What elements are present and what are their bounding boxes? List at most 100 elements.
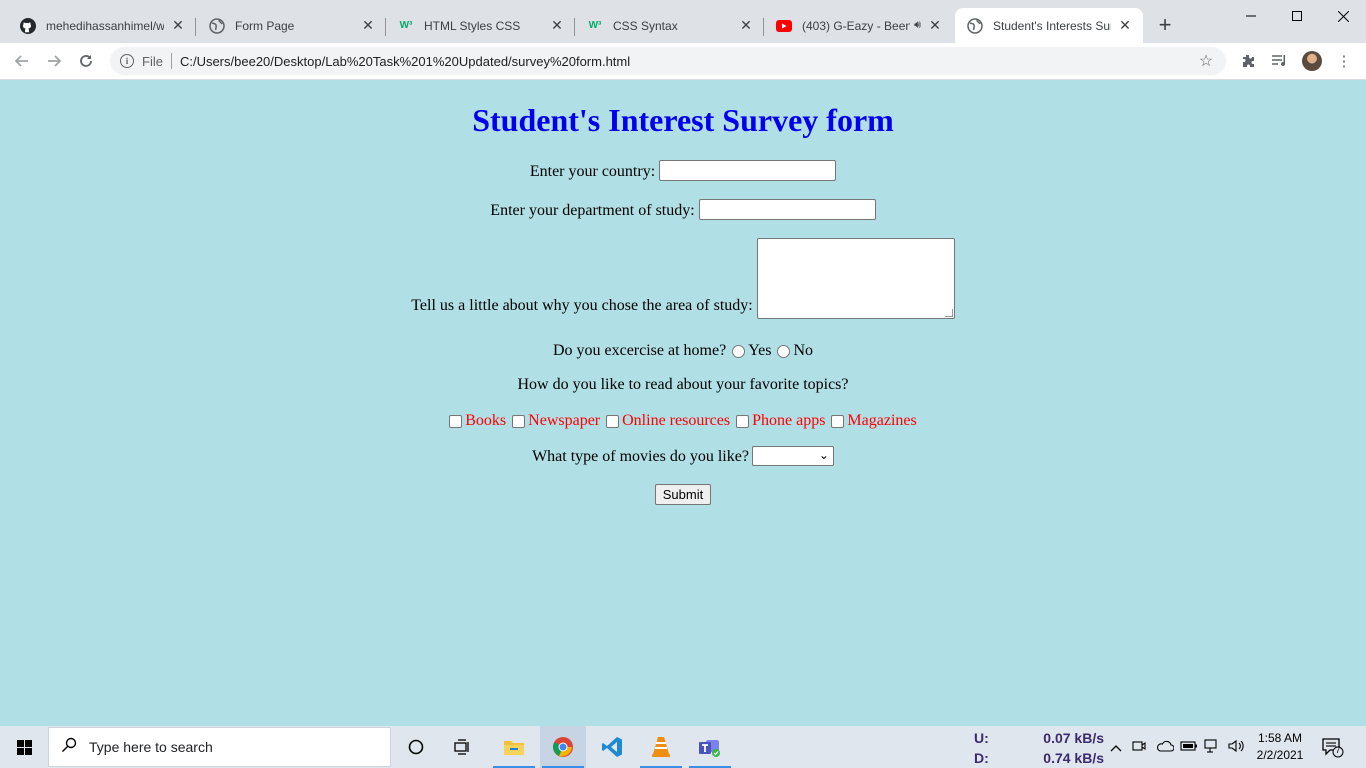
chevron-down-icon: ⌄ bbox=[818, 448, 829, 462]
youtube-icon bbox=[776, 18, 792, 34]
notification-count-badge: 7 bbox=[1335, 745, 1341, 755]
file-explorer-app[interactable] bbox=[491, 726, 537, 768]
read-question: How do you like to read about your favor… bbox=[517, 376, 849, 393]
download-value: 0.74 kB/s bbox=[1043, 750, 1104, 766]
volume-icon[interactable] bbox=[1228, 739, 1246, 756]
tab-form-page[interactable]: Form Page ✕ bbox=[197, 8, 386, 43]
extensions-icon[interactable] bbox=[1238, 51, 1258, 71]
speaker-icon[interactable]: 🔊︎ bbox=[914, 19, 921, 32]
profile-avatar[interactable] bbox=[1302, 51, 1322, 71]
books-label[interactable]: Books bbox=[465, 412, 506, 430]
upload-value: 0.07 kB/s bbox=[1043, 730, 1104, 746]
tab-youtube[interactable]: (403) G-Eazy - Been 🔊︎ ✕ bbox=[764, 8, 953, 43]
tab-title: CSS Syntax bbox=[613, 18, 678, 33]
notification-center-icon[interactable]: 7 bbox=[1322, 738, 1344, 758]
tab-html-styles[interactable]: W³ HTML Styles CSS ✕ bbox=[386, 8, 575, 43]
close-tab-icon[interactable]: ✕ bbox=[927, 17, 943, 34]
tab-title: Student's Interests Surv bbox=[993, 18, 1111, 33]
cortana-button[interactable] bbox=[393, 726, 439, 768]
network-speed-meter: U: 0.07 kB/s D: 0.74 kB/s bbox=[974, 728, 1104, 768]
reason-label: Tell us a little about why you chose the… bbox=[411, 297, 753, 314]
tab-github[interactable]: mehedihassanhimel/we ✕ bbox=[8, 8, 196, 43]
upload-label: U: bbox=[974, 730, 989, 746]
windows-logo-icon bbox=[16, 739, 32, 755]
url-text[interactable]: C:/Users/bee20/Desktop/Lab%20Task%201%20… bbox=[180, 54, 1196, 69]
globe-icon bbox=[967, 17, 983, 34]
w3schools-icon: W³ bbox=[588, 20, 602, 31]
media-control-icon[interactable] bbox=[1270, 51, 1290, 71]
start-button[interactable] bbox=[0, 726, 48, 768]
back-button[interactable] bbox=[10, 49, 34, 73]
exercise-no-label[interactable]: No bbox=[793, 342, 813, 360]
tab-survey-active[interactable]: Student's Interests Surv ✕ bbox=[955, 8, 1143, 43]
clock-date: 2/2/2021 bbox=[1256, 748, 1304, 762]
chrome-app[interactable] bbox=[540, 726, 586, 768]
close-tab-icon[interactable]: ✕ bbox=[170, 17, 186, 34]
forward-button[interactable] bbox=[42, 49, 66, 73]
magazines-label[interactable]: Magazines bbox=[847, 412, 916, 430]
teams-app[interactable] bbox=[687, 726, 733, 768]
info-icon[interactable]: i bbox=[120, 54, 134, 68]
windows-taskbar: Type here to search U: 0.07 kB/s D: 0.74… bbox=[0, 726, 1366, 768]
onedrive-icon[interactable] bbox=[1156, 740, 1175, 755]
minimize-button[interactable] bbox=[1228, 0, 1274, 32]
phone-apps-checkbox[interactable] bbox=[736, 415, 750, 428]
exercise-yes-radio[interactable] bbox=[732, 345, 746, 358]
tab-css-syntax[interactable]: W³ CSS Syntax ✕ bbox=[575, 8, 764, 43]
clock-time: 1:58 AM bbox=[1257, 731, 1303, 745]
online-resources-checkbox[interactable] bbox=[606, 415, 620, 428]
browser-toolbar: i File C:/Users/bee20/Desktop/Lab%20Task… bbox=[0, 43, 1366, 80]
github-icon bbox=[20, 17, 36, 34]
maximize-button[interactable] bbox=[1274, 0, 1320, 32]
reload-button[interactable] bbox=[74, 49, 98, 73]
department-label: Enter your department of study: bbox=[490, 202, 695, 219]
books-checkbox[interactable] bbox=[449, 415, 463, 428]
w3schools-icon: W³ bbox=[399, 20, 413, 31]
search-placeholder: Type here to search bbox=[89, 739, 213, 755]
survey-page: Student's Interest Survey form Enter you… bbox=[0, 80, 1366, 726]
submit-button[interactable]: Submit bbox=[654, 484, 712, 505]
taskbar-search-box[interactable]: Type here to search bbox=[48, 727, 391, 767]
exercise-question: Do you excercise at home? bbox=[552, 342, 727, 359]
battery-icon[interactable] bbox=[1180, 740, 1198, 755]
tab-title: (403) G-Eazy - Been bbox=[802, 18, 911, 33]
bookmark-star-icon[interactable]: ☆ bbox=[1196, 51, 1216, 71]
vlc-app[interactable] bbox=[638, 726, 684, 768]
department-input[interactable] bbox=[698, 199, 876, 220]
exercise-no-radio[interactable] bbox=[777, 345, 791, 358]
scheme-label: File bbox=[142, 53, 163, 69]
page-title: Student's Interest Survey form bbox=[472, 102, 894, 138]
task-view-button[interactable] bbox=[440, 726, 486, 768]
country-input[interactable] bbox=[659, 160, 837, 181]
tab-title: Form Page bbox=[235, 18, 295, 33]
tab-title: HTML Styles CSS bbox=[424, 18, 521, 33]
phone-apps-label[interactable]: Phone apps bbox=[752, 412, 825, 430]
meet-now-icon[interactable] bbox=[1132, 739, 1148, 756]
reason-row: Tell us a little about why you chose the… bbox=[0, 238, 1366, 319]
newspaper-label[interactable]: Newspaper bbox=[528, 412, 600, 430]
resize-grip-icon[interactable] bbox=[944, 309, 953, 317]
close-tab-icon[interactable]: ✕ bbox=[1117, 17, 1133, 34]
movies-select[interactable]: ⌄ bbox=[751, 446, 834, 466]
network-icon[interactable] bbox=[1204, 738, 1222, 756]
close-tab-icon[interactable]: ✕ bbox=[738, 17, 754, 34]
exercise-row: Do you excercise at home? Yes No bbox=[0, 342, 1366, 360]
online-resources-label[interactable]: Online resources bbox=[622, 412, 730, 430]
show-hidden-icons-chevron-up-icon[interactable] bbox=[1110, 740, 1124, 755]
system-clock[interactable]: 1:58 AM 2/2/2021 bbox=[1248, 730, 1312, 764]
reason-textarea[interactable] bbox=[756, 238, 955, 319]
tab-title: mehedihassanhimel/we bbox=[46, 18, 164, 33]
read-options-row: Books Newspaper Online resources Phone a… bbox=[0, 412, 1366, 430]
magazines-checkbox[interactable] bbox=[831, 415, 845, 428]
exercise-yes-label[interactable]: Yes bbox=[748, 342, 771, 360]
new-tab-button[interactable]: + bbox=[1153, 14, 1177, 38]
browser-menu-icon[interactable]: ⋮ bbox=[1334, 51, 1354, 71]
vscode-app[interactable] bbox=[589, 726, 635, 768]
close-tab-icon[interactable]: ✕ bbox=[549, 17, 565, 34]
address-bar[interactable]: i File C:/Users/bee20/Desktop/Lab%20Task… bbox=[110, 47, 1226, 75]
close-window-button[interactable] bbox=[1320, 0, 1366, 32]
browser-tab-strip: mehedihassanhimel/we ✕ Form Page ✕ W³ HT… bbox=[0, 0, 1366, 43]
close-tab-icon[interactable]: ✕ bbox=[360, 17, 376, 34]
search-icon bbox=[61, 737, 81, 758]
newspaper-checkbox[interactable] bbox=[512, 415, 526, 428]
